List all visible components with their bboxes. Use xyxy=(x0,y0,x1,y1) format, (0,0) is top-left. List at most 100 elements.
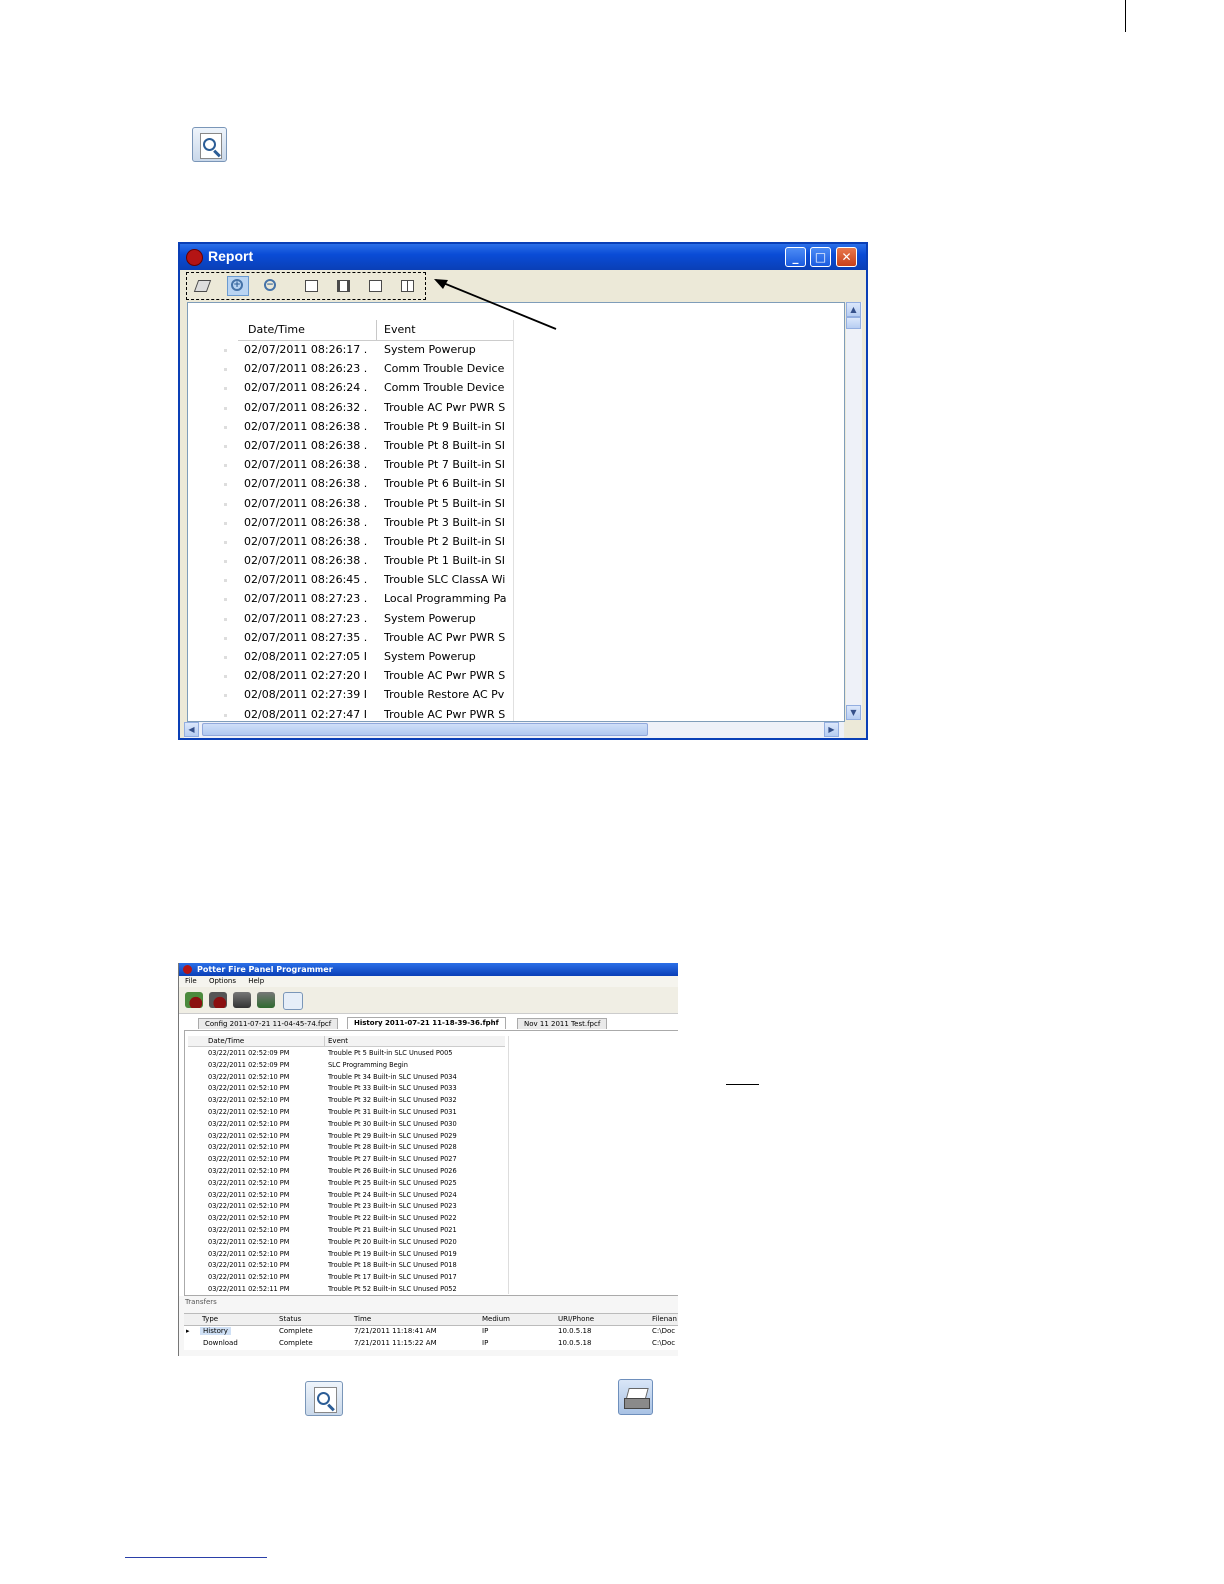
menu-options[interactable]: Options xyxy=(209,977,236,985)
report-row[interactable]: 02/07/2011 08:26:45 . Trouble SLC ClassA … xyxy=(224,571,513,590)
row-event: Trouble Pt 19 Built-in SLC Unused P019 xyxy=(328,1249,457,1258)
col-medium[interactable]: Medium xyxy=(482,1315,510,1323)
history-row[interactable]: 03/22/2011 02:52:10 PM Trouble Pt 23 Buil… xyxy=(188,1201,505,1213)
tab-nov-test[interactable]: Nov 11 2011 Test.fpcf xyxy=(517,1018,608,1029)
history-row[interactable]: 03/22/2011 02:52:10 PM Trouble Pt 21 Buil… xyxy=(188,1225,505,1237)
report-row[interactable]: 02/08/2011 02:27:20 I Trouble AC Pwr PWR … xyxy=(224,667,513,686)
zoom-in-button[interactable]: + xyxy=(227,276,249,296)
programmer-titlebar[interactable]: Potter Fire Panel Programmer xyxy=(179,963,678,976)
row-event: Trouble AC Pwr PWR S xyxy=(384,669,506,683)
connect-icon[interactable] xyxy=(185,992,203,1008)
report-row[interactable]: 02/07/2011 08:26:17 . System Powerup xyxy=(224,341,513,360)
vertical-scrollbar[interactable]: ▲ ▼ xyxy=(846,302,862,720)
history-row[interactable]: 03/22/2011 02:52:10 PM Trouble Pt 29 Buil… xyxy=(188,1131,505,1143)
history-row[interactable]: 03/22/2011 02:52:10 PM Trouble Pt 28 Buil… xyxy=(188,1142,505,1154)
col-time[interactable]: Time xyxy=(354,1315,371,1323)
print-icon[interactable] xyxy=(618,1379,653,1415)
scroll-down-button[interactable]: ▼ xyxy=(846,705,861,720)
row-date-time: 03/22/2011 02:52:10 PM xyxy=(208,1143,290,1152)
history-row[interactable]: 03/22/2011 02:52:10 PM Trouble Pt 26 Buil… xyxy=(188,1166,505,1178)
scroll-thumb[interactable] xyxy=(846,317,861,329)
report-row[interactable]: 02/07/2011 08:26:38 . Trouble Pt 1 Built-… xyxy=(224,552,513,571)
report-row[interactable]: 02/07/2011 08:26:38 . Trouble Pt 7 Built-… xyxy=(224,456,513,475)
history-row[interactable]: 03/22/2011 02:52:10 PM Trouble Pt 18 Buil… xyxy=(188,1260,505,1272)
history-row[interactable]: 03/22/2011 02:52:10 PM Trouble Pt 24 Buil… xyxy=(188,1190,505,1202)
report-preview-icon[interactable] xyxy=(305,1381,343,1416)
scroll-up-button[interactable]: ▲ xyxy=(846,302,861,317)
report-preview-area[interactable]: Date/Time Event 02/07/2011 08:26:17 . Sys… xyxy=(187,302,845,722)
fit-page-icon xyxy=(305,280,318,292)
transfer-uri: 10.0.5.18 xyxy=(558,1339,592,1347)
event-column-header[interactable]: Event xyxy=(384,323,416,336)
disconnect-icon[interactable] xyxy=(209,992,227,1008)
upload-icon[interactable] xyxy=(233,992,251,1008)
transfer-row[interactable]: Download Complete 7/21/2011 11:15:22 AM … xyxy=(184,1338,678,1350)
report-row[interactable]: 02/07/2011 08:26:23 . Comm Trouble Device xyxy=(224,360,513,379)
horizontal-scrollbar[interactable]: ◀ ▶ xyxy=(184,722,844,738)
report-row[interactable]: 02/07/2011 08:26:38 . Trouble Pt 2 Built-… xyxy=(224,533,513,552)
single-page-button[interactable] xyxy=(364,276,386,296)
col-uri[interactable]: URI/Phone xyxy=(558,1315,594,1323)
tab-history[interactable]: History 2011-07-21 11-18-39-36.fphf xyxy=(347,1017,506,1029)
date-time-column-header[interactable]: Date/Time xyxy=(248,323,305,336)
row-date-time: 02/07/2011 08:26:24 . xyxy=(244,381,368,395)
history-row[interactable]: 03/22/2011 02:52:11 PM Trouble Pt 52 Buil… xyxy=(188,1284,505,1296)
row-indicator xyxy=(224,464,227,468)
report-row[interactable]: 02/08/2011 02:27:47 I Trouble AC Pwr PWR … xyxy=(224,706,513,721)
history-row[interactable]: 03/22/2011 02:52:10 PM Trouble Pt 27 Buil… xyxy=(188,1154,505,1166)
history-row[interactable]: 03/22/2011 02:52:10 PM Trouble Pt 19 Buil… xyxy=(188,1249,505,1261)
col-filename[interactable]: Filenan xyxy=(652,1315,677,1323)
maximize-button[interactable]: □ xyxy=(810,247,831,267)
history-row[interactable]: 03/22/2011 02:52:10 PM Trouble Pt 34 Buil… xyxy=(188,1072,505,1084)
row-indicator xyxy=(224,406,227,410)
event-column-header[interactable]: Event xyxy=(328,1037,348,1045)
report-preview-icon[interactable] xyxy=(192,127,227,162)
report-row[interactable]: 02/08/2011 02:27:39 I Trouble Restore AC … xyxy=(224,686,513,705)
report-row[interactable]: 02/07/2011 08:26:24 . Comm Trouble Device xyxy=(224,379,513,398)
transfer-file: C:\Doc xyxy=(652,1327,676,1335)
history-row[interactable]: 03/22/2011 02:52:09 PM Trouble Pt 5 Built… xyxy=(188,1048,505,1060)
date-time-column-header[interactable]: Date/Time xyxy=(208,1037,244,1045)
history-row[interactable]: 03/22/2011 02:52:10 PM Trouble Pt 20 Buil… xyxy=(188,1237,505,1249)
scroll-right-button[interactable]: ▶ xyxy=(824,722,839,737)
history-row[interactable]: 03/22/2011 02:52:10 PM Trouble Pt 30 Buil… xyxy=(188,1119,505,1131)
report-row[interactable]: 02/07/2011 08:27:23 . Local Programming P… xyxy=(224,590,513,609)
menu-file[interactable]: File xyxy=(185,977,197,985)
horizontal-scroll-thumb[interactable] xyxy=(202,723,648,736)
report-titlebar[interactable]: Report _ □ ✕ xyxy=(180,244,866,270)
report-row[interactable]: 02/08/2011 02:27:05 I System Powerup xyxy=(224,648,513,667)
history-row[interactable]: 03/22/2011 02:52:10 PM Trouble Pt 17 Buil… xyxy=(188,1272,505,1284)
tab-config[interactable]: Config 2011-07-21 11-04-45-74.fpcf xyxy=(198,1018,339,1029)
report-row[interactable]: 02/07/2011 08:27:35 . Trouble AC Pwr PWR … xyxy=(224,629,513,648)
print-button[interactable] xyxy=(191,276,213,296)
col-type[interactable]: Type xyxy=(202,1315,218,1323)
report-row[interactable]: 02/07/2011 08:26:38 . Trouble Pt 6 Built-… xyxy=(224,475,513,494)
row-indicator xyxy=(224,502,227,506)
history-row[interactable]: 03/22/2011 02:52:09 PM SLC Programming Be… xyxy=(188,1060,505,1072)
fit-width-button[interactable] xyxy=(332,276,354,296)
col-status[interactable]: Status xyxy=(279,1315,301,1323)
minimize-button[interactable]: _ xyxy=(785,247,806,267)
transfer-row[interactable]: ▸ History Complete 7/21/2011 11:18:41 AM… xyxy=(184,1326,678,1338)
fit-page-button[interactable] xyxy=(300,276,322,296)
menu-help[interactable]: Help xyxy=(248,977,264,985)
history-row[interactable]: 03/22/2011 02:52:10 PM Trouble Pt 33 Buil… xyxy=(188,1083,505,1095)
history-row[interactable]: 03/22/2011 02:52:10 PM Trouble Pt 31 Buil… xyxy=(188,1107,505,1119)
history-row[interactable]: 03/22/2011 02:52:10 PM Trouble Pt 22 Buil… xyxy=(188,1213,505,1225)
report-row[interactable]: 02/07/2011 08:26:38 . Trouble Pt 5 Built-… xyxy=(224,495,513,514)
zoom-out-button[interactable]: − xyxy=(260,276,282,296)
report-row[interactable]: 02/07/2011 08:26:38 . Trouble Pt 8 Built-… xyxy=(224,437,513,456)
report-preview-icon[interactable] xyxy=(283,992,303,1010)
download-icon[interactable] xyxy=(257,992,275,1008)
close-button[interactable]: ✕ xyxy=(836,247,857,267)
history-grid[interactable]: Date/Time Event 03/22/2011 02:52:09 PM Tr… xyxy=(184,1030,678,1296)
report-row[interactable]: 02/07/2011 08:26:38 . Trouble Pt 9 Built-… xyxy=(224,418,513,437)
programmer-toolbar xyxy=(179,987,678,1014)
two-page-button[interactable] xyxy=(396,276,418,296)
scroll-left-button[interactable]: ◀ xyxy=(184,722,199,737)
history-row[interactable]: 03/22/2011 02:52:10 PM Trouble Pt 25 Buil… xyxy=(188,1178,505,1190)
report-row[interactable]: 02/07/2011 08:27:23 . System Powerup xyxy=(224,610,513,629)
report-row[interactable]: 02/07/2011 08:26:38 . Trouble Pt 3 Built-… xyxy=(224,514,513,533)
report-row[interactable]: 02/07/2011 08:26:32 . Trouble AC Pwr PWR … xyxy=(224,399,513,418)
history-row[interactable]: 03/22/2011 02:52:10 PM Trouble Pt 32 Buil… xyxy=(188,1095,505,1107)
